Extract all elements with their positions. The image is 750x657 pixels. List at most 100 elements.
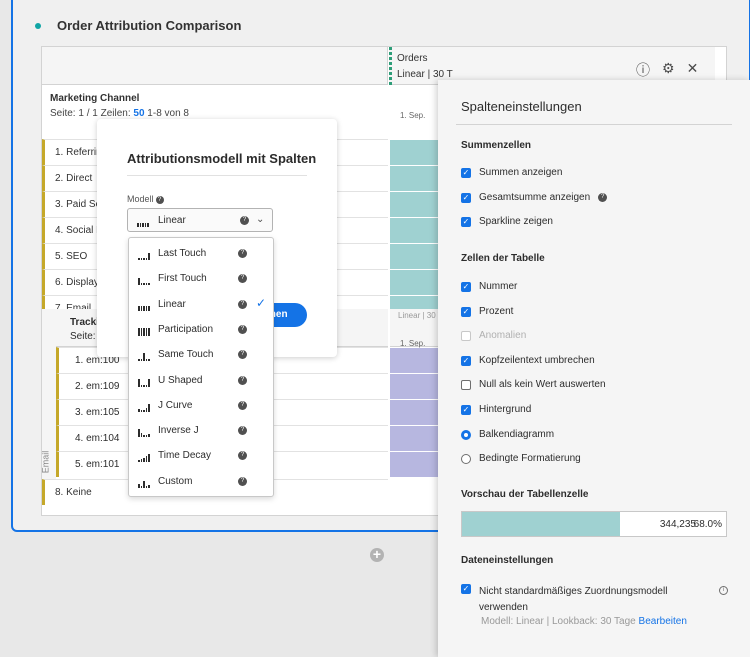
section-data-settings: Dateneinstellungen	[461, 555, 554, 566]
option-background[interactable]: ✓ Hintergrund	[461, 404, 531, 415]
help-icon[interactable]: ?	[238, 476, 247, 486]
model-label-text: Modell	[127, 194, 154, 204]
option-show-grand-total[interactable]: ✓ Gesamtsumme anzeigen?	[461, 192, 608, 203]
radio-unselected[interactable]	[461, 453, 471, 464]
breakdown-page-info: Seite:	[70, 331, 96, 342]
section-cells: Zellen der Tabelle	[461, 253, 545, 264]
option-show-totals[interactable]: ✓ Summen anzeigen	[461, 167, 562, 178]
inverse-j-icon	[138, 427, 150, 438]
gear-icon[interactable]: ⚙	[662, 60, 675, 80]
column-drag-handle[interactable]	[389, 47, 392, 85]
help-icon[interactable]: ?	[238, 274, 247, 284]
linear-icon	[138, 301, 150, 311]
help-icon[interactable]: ?	[238, 299, 247, 309]
checkbox-checked[interactable]: ✓	[461, 167, 471, 178]
option-label: Prozent	[479, 306, 514, 317]
checkbox-checked[interactable]: ✓	[461, 281, 471, 292]
cell-preview: 344,235 68.0%	[461, 511, 727, 537]
last-touch-icon	[138, 250, 150, 260]
add-panel-icon[interactable]: +	[370, 547, 384, 562]
option-label: Kopfzeilentext umbrechen	[479, 355, 595, 366]
dropdown-item[interactable]: Time Decay?	[129, 444, 275, 469]
dimension-header: Marketing Channel Seite: 1 / 1 Zeilen: 5…	[50, 93, 189, 119]
option-label: Nummer	[479, 281, 518, 292]
email-group-label: Email	[40, 309, 56, 479]
preview-value: 344,235	[659, 519, 696, 530]
help-icon[interactable]: ?	[238, 451, 247, 461]
info-icon[interactable]: ⓘ	[636, 60, 650, 80]
option-percent[interactable]: ✓ Prozent	[461, 306, 513, 317]
option-null-zero[interactable]: Null als kein Wert auswerten	[461, 379, 606, 390]
option-anomalies: Anomalien	[461, 330, 526, 341]
first-touch-icon	[138, 275, 150, 286]
custom-icon	[138, 478, 150, 488]
model-summary: Modell: Linear | Lookback: 30 Tage Bearb…	[481, 616, 687, 627]
checkbox-checked[interactable]: ✓	[461, 216, 471, 227]
help-icon[interactable]: ?	[238, 400, 247, 410]
breakdown-date-label: 1. Sep.	[400, 339, 426, 348]
option-conditional-formatting[interactable]: Bedingte Formatierung	[461, 453, 581, 464]
email-group-text: Email	[40, 450, 51, 474]
model-field-label: Modell?	[127, 194, 164, 204]
option-number[interactable]: ✓ Nummer	[461, 281, 517, 292]
dropdown-item-label: Custom	[158, 475, 193, 487]
checkbox-checked[interactable]: ✓	[461, 192, 471, 203]
column-settings-rail: Spalteneinstellungen Summenzellen ✓ Summe…	[438, 80, 750, 657]
section-preview: Vorschau der Tabellenzelle	[461, 489, 589, 500]
info-icon[interactable]: i	[719, 586, 728, 595]
dropdown-item-label: U Shaped	[158, 374, 203, 386]
checkbox-checked[interactable]: ✓	[461, 355, 471, 366]
model-select[interactable]: Linear ? ⌄	[127, 208, 273, 232]
checkbox-checked[interactable]: ✓	[461, 306, 471, 317]
option-wrap-header[interactable]: ✓ Kopfzeilentext umbrechen	[461, 355, 595, 366]
linear-icon	[137, 217, 149, 227]
option-bar-chart[interactable]: Balkendiagramm	[461, 429, 554, 440]
help-icon[interactable]: ?	[155, 195, 164, 204]
preview-percent: 68.0%	[693, 519, 722, 530]
close-icon[interactable]: ✕	[687, 60, 699, 80]
help-icon[interactable]: ?	[238, 350, 247, 360]
dropdown-item[interactable]: U Shaped?	[129, 369, 275, 394]
dropdown-item-label: Linear	[158, 298, 186, 310]
panel-title[interactable]: Order Attribution Comparison	[57, 18, 241, 33]
help-icon[interactable]: ?	[238, 249, 247, 258]
help-icon[interactable]: ?	[238, 324, 247, 334]
help-icon[interactable]: ?	[238, 426, 247, 436]
dropdown-item[interactable]: Linear? ✓	[129, 293, 275, 318]
modal-title: Attributionsmodell mit Spalten	[127, 151, 317, 166]
checkbox-unchecked[interactable]	[461, 379, 471, 390]
checkbox-checked[interactable]: ✓	[461, 404, 471, 415]
dropdown-item[interactable]: J Curve?	[129, 394, 275, 419]
panel-status-dot	[35, 22, 41, 29]
dropdown-item[interactable]: Participation?	[129, 318, 275, 343]
help-icon[interactable]: ?	[238, 375, 247, 385]
option-label: Sparkline zeigen	[479, 216, 553, 227]
page-info-text: Seite: 1 / 1 Zeilen:	[50, 108, 131, 119]
dimension-title: Marketing Channel	[50, 93, 140, 104]
panel-header: Order Attribution Comparison	[35, 18, 241, 33]
checkmark-icon: ✓	[256, 295, 267, 310]
u-shaped-icon	[138, 377, 150, 387]
dropdown-item-label: Time Decay	[158, 450, 211, 462]
help-icon[interactable]: ?	[240, 216, 249, 225]
page-range: 1-8 von 8	[147, 108, 189, 119]
option-label: Nicht standardmäßiges Zuordnungsmodell v…	[479, 586, 668, 613]
table-header-left	[42, 47, 388, 85]
option-label: Null als kein Wert auswerten	[479, 379, 606, 390]
dropdown-item[interactable]: First Touch?	[129, 267, 275, 292]
dropdown-item[interactable]: Same Touch?	[129, 343, 275, 368]
edit-model-link[interactable]: Bearbeiten	[639, 616, 687, 627]
option-show-sparkline[interactable]: ✓ Sparkline zeigen	[461, 216, 553, 227]
help-icon[interactable]: ?	[598, 193, 608, 202]
j-curve-icon	[138, 402, 150, 412]
radio-selected[interactable]	[461, 429, 471, 440]
dropdown-item[interactable]: Custom?	[129, 470, 275, 495]
option-label: Summen anzeigen	[479, 167, 563, 178]
checkbox-checked[interactable]: ✓	[461, 584, 471, 594]
dropdown-item[interactable]: Inverse J?	[129, 419, 275, 444]
model-select-value: Linear	[158, 215, 186, 226]
dropdown-item[interactable]: Last Touch?	[129, 242, 275, 267]
rows-per-page-link[interactable]: 50	[133, 108, 144, 119]
option-label: Hintergrund	[479, 404, 532, 415]
dropdown-item-label: Inverse J	[158, 425, 199, 437]
